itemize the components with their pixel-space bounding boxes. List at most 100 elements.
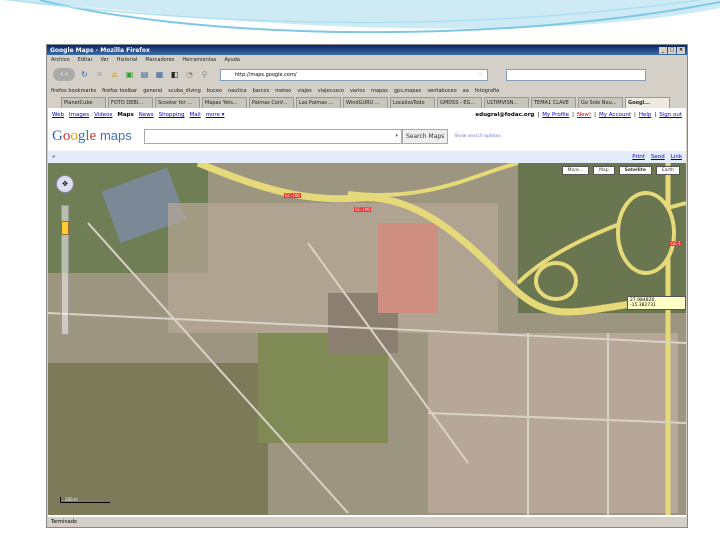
link-videos[interactable]: Videos xyxy=(94,112,112,118)
bookmark-folder[interactable]: scuba_diving xyxy=(168,88,201,94)
page-content: Web Images Videos Maps News Shopping Mail more … xyxy=(48,108,686,518)
window-icon[interactable]: ◧ xyxy=(169,69,180,80)
bookmark-folder[interactable]: viajes xyxy=(297,88,311,94)
tab[interactable]: ULTIMVISN... xyxy=(484,97,529,108)
menu-help[interactable]: Ayuda xyxy=(224,57,239,63)
link-images[interactable]: Images xyxy=(69,112,89,118)
tab[interactable]: Go Sole Nou... xyxy=(578,97,623,108)
calendar-icon[interactable]: ▦ xyxy=(154,69,165,80)
bookmark-folder[interactable]: barcos xyxy=(253,88,270,94)
tab[interactable]: Scooter for ... xyxy=(155,97,200,108)
link-my-profile[interactable]: My Profile xyxy=(542,112,569,118)
search-maps-button[interactable]: Search Maps xyxy=(402,129,449,144)
maps-header: Google maps ▾ Search Maps Show search op… xyxy=(48,122,686,151)
link-my-account[interactable]: My Account xyxy=(599,112,631,118)
tab[interactable]: WindGURU ... xyxy=(343,97,388,108)
link-shopping[interactable]: Shopping xyxy=(159,112,185,118)
earth-button[interactable]: Earth xyxy=(655,166,680,175)
collapse-icon[interactable]: « xyxy=(52,154,55,160)
bookmark-folder[interactable]: ventabuceo xyxy=(427,88,456,94)
navigation-toolbar: ‹ › ↻ ✕ ⌂ ▣ ▤ ▦ ◧ ◔ ⚲ http://maps.google… xyxy=(47,64,687,85)
minimize-button[interactable]: _ xyxy=(659,46,667,54)
stop-icon[interactable]: ✕ xyxy=(94,69,105,80)
pan-control[interactable]: ✥ xyxy=(56,175,74,193)
map-type-controls: More... Map Satellite Earth xyxy=(561,166,680,175)
bookmarks-toolbar: firefox bookmarks firefox toolbar general s… xyxy=(47,85,687,96)
menu-view[interactable]: Ver xyxy=(101,57,109,63)
menu-edit[interactable]: Editar xyxy=(78,57,93,63)
tab[interactable]: Mapas Yets... xyxy=(202,97,247,108)
bookmark-folder[interactable]: viajecusco xyxy=(318,88,344,94)
bookmark-folder[interactable]: buceo xyxy=(207,88,222,94)
link-sign-out[interactable]: Sign out xyxy=(659,112,682,118)
bookmark-folder[interactable]: meteo xyxy=(275,88,291,94)
bookmark-folder[interactable]: aa xyxy=(463,88,469,94)
send-link[interactable]: Send xyxy=(651,154,665,160)
menu-tools[interactable]: Herramientas xyxy=(182,57,216,63)
google-nav-links: Web Images Videos Maps News Shopping Mail more … xyxy=(52,112,682,118)
menu-bookmarks[interactable]: Marcadores xyxy=(145,57,174,63)
link-news[interactable]: News xyxy=(139,112,154,118)
satellite-map[interactable]: GC-100 GC-100 GC-1 ✥ More... Map Satelli… xyxy=(48,163,686,515)
maps-search-input[interactable]: ▾ xyxy=(144,129,402,144)
home-icon[interactable]: ⌂ xyxy=(109,69,120,80)
actions-bar: « Print Send Link xyxy=(48,151,686,163)
window-title: Google Maps - Mozilla Firefox xyxy=(50,46,150,54)
pin-icon[interactable]: ⚲ xyxy=(199,69,210,80)
bookmark-folder[interactable]: fotografia xyxy=(475,88,499,94)
tab[interactable]: Las Palmas ... xyxy=(296,97,341,108)
maximize-button[interactable]: □ xyxy=(668,46,676,54)
reload-icon[interactable]: ↻ xyxy=(79,69,90,80)
road-label: GC-100 xyxy=(284,193,301,198)
bookmark-folder[interactable]: firefox toolbar xyxy=(102,88,137,94)
history-icon[interactable]: ◔ xyxy=(184,69,195,80)
tab-bar: PlanetCube FOTO DEBI... Scooter for ... Map… xyxy=(47,96,687,108)
pegman-icon[interactable] xyxy=(61,221,69,235)
status-bar: Terminado xyxy=(47,517,687,527)
bookmark-folder[interactable]: general xyxy=(143,88,162,94)
coordinate-tooltip: 27.984826, -15.382731 xyxy=(627,296,686,310)
menu-history[interactable]: Historial xyxy=(117,57,138,63)
bookmark-icon[interactable]: ▣ xyxy=(124,69,135,80)
close-button[interactable]: × xyxy=(677,46,685,54)
tab[interactable]: TEMA1 CLAVE xyxy=(531,97,576,108)
rss-icon[interactable]: ▤ xyxy=(139,69,150,80)
bookmark-folder[interactable]: firefox bookmarks xyxy=(51,88,96,94)
google-maps-logo: Google maps xyxy=(52,128,132,144)
link-web[interactable]: Web xyxy=(52,112,64,118)
tab[interactable]: Palmas Conf... xyxy=(249,97,294,108)
show-search-options-link[interactable]: Show search options xyxy=(454,134,501,139)
print-link[interactable]: Print xyxy=(632,154,645,160)
zoom-slider[interactable] xyxy=(61,205,69,335)
title-bar: Google Maps - Mozilla Firefox _ □ × xyxy=(47,45,687,55)
tab-active[interactable]: Googl... xyxy=(625,97,670,108)
tab[interactable]: LocalizaTodo xyxy=(390,97,435,108)
link-maps: Maps xyxy=(117,112,134,118)
bookmark-folder[interactable]: nautica xyxy=(228,88,247,94)
browser-search-input[interactable] xyxy=(506,68,646,81)
link-link[interactable]: Link xyxy=(671,154,682,160)
star-icon[interactable]: ☆ xyxy=(479,70,483,80)
bookmark-folder[interactable]: mapas xyxy=(371,88,388,94)
map-button[interactable]: Map xyxy=(593,166,615,175)
address-bar[interactable]: http://maps.google.com/ ☆ xyxy=(220,68,488,81)
road-label: GC-1 xyxy=(670,241,682,246)
link-mail[interactable]: Mail xyxy=(190,112,201,118)
menu-file[interactable]: Archivo xyxy=(51,57,70,63)
satellite-button[interactable]: Satellite xyxy=(618,166,652,175)
browser-window: Google Maps - Mozilla Firefox _ □ × Archiv… xyxy=(46,44,688,528)
back-forward-button[interactable]: ‹ › xyxy=(53,68,75,81)
scale-bar: 100 m xyxy=(60,497,110,503)
tab[interactable]: FOTO DEBI... xyxy=(108,97,153,108)
link-help[interactable]: Help xyxy=(639,112,652,118)
tab[interactable]: PlanetCube xyxy=(61,97,106,108)
link-new[interactable]: New! xyxy=(577,112,591,118)
tab[interactable]: GMDSS - EG... xyxy=(437,97,482,108)
link-more[interactable]: more ▾ xyxy=(206,112,225,118)
user-email: edugral@fodac.org xyxy=(475,112,535,118)
road-label: GC-100 xyxy=(354,207,371,212)
bookmark-folder[interactable]: gps,mapas xyxy=(394,88,421,94)
dropdown-arrow-icon[interactable]: ▾ xyxy=(395,133,398,139)
more-button[interactable]: More... xyxy=(561,166,590,175)
bookmark-folder[interactable]: varios xyxy=(350,88,365,94)
